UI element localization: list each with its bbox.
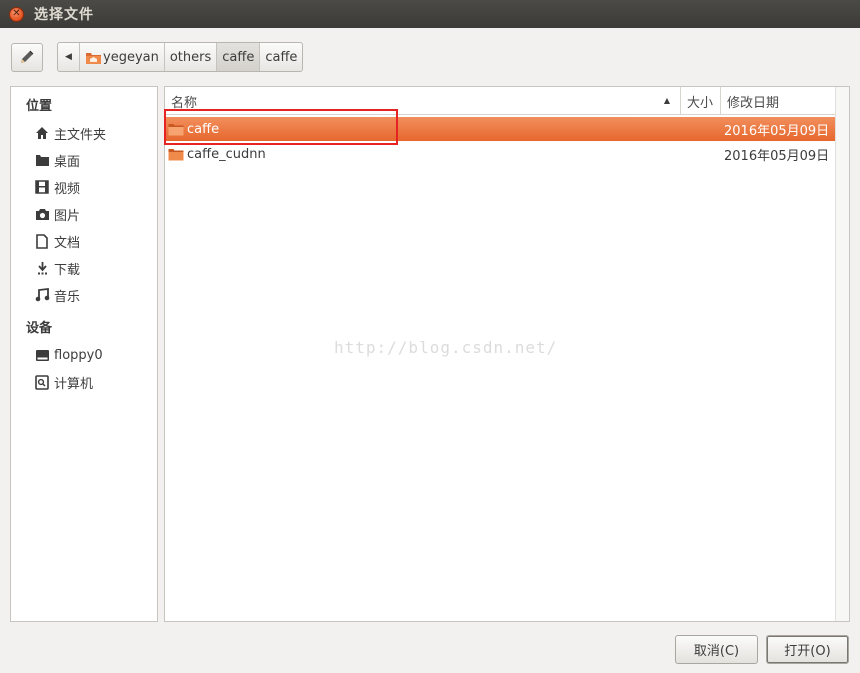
toolbar <box>11 42 43 72</box>
sidebar-item-videos[interactable]: 视频 <box>34 177 80 197</box>
file-row-caffe-cudnn[interactable]: caffe_cudnn 2016年05月09日 <box>165 142 835 166</box>
sidebar-item-downloads[interactable]: 下载 <box>34 258 80 278</box>
file-name: caffe_cudnn <box>187 146 266 162</box>
drive-icon <box>34 347 50 363</box>
sidebar-item-label: 计算机 <box>54 376 94 392</box>
vertical-scrollbar[interactable] <box>835 87 849 621</box>
folder-icon <box>168 148 184 160</box>
sidebar-item-pictures[interactable]: 图片 <box>34 204 80 224</box>
sidebar-item-label: floppy0 <box>54 347 103 363</box>
window-title: 选择文件 <box>34 7 94 23</box>
music-icon <box>34 287 50 303</box>
sidebar-item-label: 主文件夹 <box>54 127 107 143</box>
path-segment-yegeyan[interactable]: yegeyan <box>80 43 165 71</box>
camera-icon <box>34 206 50 222</box>
sidebar-item-label: 视频 <box>54 181 81 197</box>
cancel-button[interactable]: 取消(C) <box>675 635 758 664</box>
desktop-icon <box>34 152 50 168</box>
sidebar-item-desktop[interactable]: 桌面 <box>34 150 80 170</box>
column-header-label: 名称 <box>171 95 198 111</box>
path-segment-label: caffe <box>265 49 298 65</box>
sidebar-item-label: 音乐 <box>54 289 81 305</box>
sidebar-item-label: 图片 <box>54 208 81 224</box>
path-segment-others[interactable]: others <box>165 43 218 71</box>
devices-heading: 设备 <box>26 321 53 336</box>
file-modified: 2016年05月09日 <box>724 148 830 164</box>
pencil-icon <box>21 50 34 63</box>
computer-icon <box>34 374 50 390</box>
annotation-highlight-box <box>164 109 398 145</box>
places-sidebar: 位置 主文件夹 桌面 视频 图片 文档 下载 音乐 设备 floppy0 计算机 <box>10 86 158 622</box>
sidebar-item-home[interactable]: 主文件夹 <box>34 123 106 143</box>
sidebar-item-computer[interactable]: 计算机 <box>34 372 93 392</box>
column-header-size[interactable]: 大小 <box>681 87 721 115</box>
column-header-label: 大小 <box>687 95 714 111</box>
edit-location-button[interactable] <box>11 42 43 72</box>
path-segment-caffe[interactable]: caffe <box>260 43 302 71</box>
home-folder-icon <box>86 52 101 64</box>
sidebar-item-label: 桌面 <box>54 154 81 170</box>
column-header-label: 修改日期 <box>727 95 780 111</box>
open-button[interactable]: 打开(O) <box>766 635 849 664</box>
sidebar-item-label: 文档 <box>54 235 81 251</box>
path-segment-caffe-active[interactable]: caffe <box>217 43 261 71</box>
path-segment-label: yegeyan <box>103 49 159 65</box>
watermark-text: http://blog.csdn.net/ <box>334 338 558 357</box>
path-segment-label: caffe <box>222 49 255 65</box>
sidebar-item-label: 下载 <box>54 262 81 278</box>
path-back-button[interactable]: ◀ <box>58 43 80 71</box>
close-icon[interactable]: ✕ <box>9 6 24 22</box>
sidebar-item-documents[interactable]: 文档 <box>34 231 80 251</box>
places-heading: 位置 <box>26 99 53 114</box>
title-bar: ✕ 选择文件 <box>0 0 860 28</box>
document-icon <box>34 233 50 249</box>
file-modified: 2016年05月09日 <box>724 123 830 139</box>
sort-ascending-icon: ▲ <box>663 96 670 105</box>
home-icon <box>34 125 50 141</box>
sidebar-item-floppy0[interactable]: floppy0 <box>34 345 103 365</box>
path-bar: ◀ yegeyan others caffe caffe <box>57 42 304 72</box>
download-icon <box>34 260 50 276</box>
chevron-left-icon: ◀ <box>65 52 72 62</box>
sidebar-item-music[interactable]: 音乐 <box>34 285 80 305</box>
video-icon <box>34 179 50 195</box>
path-segment-label: others <box>169 49 212 65</box>
column-header-modified[interactable]: 修改日期 <box>721 87 835 115</box>
